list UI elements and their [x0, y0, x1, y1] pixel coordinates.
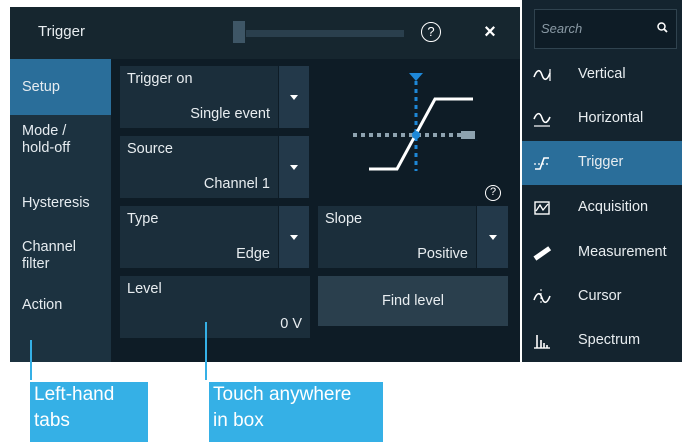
source-value: Channel 1	[203, 176, 270, 192]
touch-box-callout-line	[205, 322, 207, 380]
trigger-on-value: Single event	[190, 106, 270, 122]
trigger-dialog: Trigger ? × Setup Mode / hold-off Hyster…	[10, 7, 520, 362]
slope-dropdown-button[interactable]	[477, 206, 508, 268]
left-tabs: Setup Mode / hold-off Hysteresis Channel…	[10, 59, 111, 362]
type-label: Type	[127, 211, 159, 227]
level-value: 0 V	[280, 316, 302, 332]
search-input[interactable]: Search	[534, 9, 677, 49]
find-level-button[interactable]: Find level	[318, 276, 508, 326]
toolbar-item-label: Vertical	[578, 66, 626, 82]
tab-setup[interactable]: Setup	[10, 59, 111, 115]
source-dropdown-button[interactable]	[279, 136, 309, 198]
left-tabs-callout: Left-hand tabs	[30, 382, 148, 442]
spectrum-icon	[534, 335, 550, 349]
chevron-down-icon	[488, 235, 497, 240]
toolbar-item-label: Spectrum	[578, 332, 641, 348]
toolbar-item-label: Trigger	[578, 154, 624, 170]
toolbar-item-vertical[interactable]: Vertical	[522, 53, 682, 97]
type-field[interactable]: Type Edge	[120, 206, 278, 268]
vertical-icon	[533, 69, 551, 81]
diagram-help-icon[interactable]: ?	[485, 185, 501, 201]
slope-field[interactable]: Slope Positive	[318, 206, 476, 268]
toolbar-item-label: Measurement	[578, 244, 667, 260]
measurement-icon	[533, 246, 552, 261]
tab-action[interactable]: Action	[10, 291, 111, 347]
tab-label: Setup	[22, 79, 60, 95]
close-button[interactable]: ×	[480, 20, 500, 44]
tab-label: Hysteresis	[22, 195, 90, 211]
source-field[interactable]: Source Channel 1	[120, 136, 278, 198]
level-field[interactable]: Level 0 V	[120, 276, 310, 338]
trigger-on-field[interactable]: Trigger on Single event	[120, 66, 278, 128]
trigger-on-label: Trigger on	[127, 71, 193, 87]
left-tabs-callout-line	[30, 340, 32, 380]
toolbar-item-label: Acquisition	[578, 199, 649, 215]
search-icon	[657, 22, 668, 33]
horizontal-icon	[533, 112, 551, 127]
slope-value: Positive	[417, 246, 468, 262]
level-label: Level	[127, 281, 162, 297]
toolbar-item-spectrum[interactable]: Spectrum	[522, 319, 682, 363]
trigger-level-handle	[461, 131, 475, 139]
acquisition-icon	[534, 201, 550, 215]
trigger-position-marker	[409, 73, 423, 81]
type-dropdown-button[interactable]	[279, 206, 309, 268]
dialog-titlebar: Trigger ? ×	[10, 7, 520, 59]
help-button[interactable]: ?	[421, 22, 441, 42]
trigger-on-dropdown-button[interactable]	[279, 66, 309, 128]
tab-label: Channel filter	[22, 239, 77, 272]
tab-channel-filter[interactable]: Channel filter	[10, 233, 111, 289]
search-placeholder: Search	[541, 21, 583, 36]
tab-label: Mode / hold-off	[22, 123, 71, 156]
transparency-slider-handle[interactable]	[233, 21, 245, 43]
toolbar-item-label: Horizontal	[578, 110, 644, 126]
toolbar-item-cursor[interactable]: Cursor	[522, 275, 682, 319]
chevron-down-icon	[290, 95, 298, 100]
toolbar-item-label: Cursor	[578, 288, 622, 304]
trigger-icon	[534, 157, 549, 170]
tab-mode-hold-off[interactable]: Mode / hold-off	[10, 117, 111, 173]
toolbar-item-trigger[interactable]: Trigger	[522, 141, 682, 185]
transparency-slider-track[interactable]	[246, 30, 404, 37]
type-value: Edge	[236, 246, 270, 262]
toolbar-item-acquisition[interactable]: Acquisition	[522, 186, 682, 230]
slope-label: Slope	[325, 211, 363, 227]
dialog-title: Trigger	[38, 23, 85, 40]
cursor-icon	[533, 289, 551, 305]
toolbar-item-horizontal[interactable]: Horizontal	[522, 97, 682, 141]
chevron-down-icon	[290, 235, 298, 240]
chevron-down-icon	[290, 165, 298, 170]
tab-label: Action	[22, 297, 63, 313]
touch-box-callout: Touch anywhere in box	[209, 382, 383, 442]
trigger-edge-diagram	[353, 73, 475, 171]
toolbar-item-measurement[interactable]: Measurement	[522, 231, 682, 275]
tab-hysteresis[interactable]: Hysteresis	[10, 175, 111, 231]
trigger-point	[412, 131, 420, 139]
source-label: Source	[127, 141, 173, 157]
